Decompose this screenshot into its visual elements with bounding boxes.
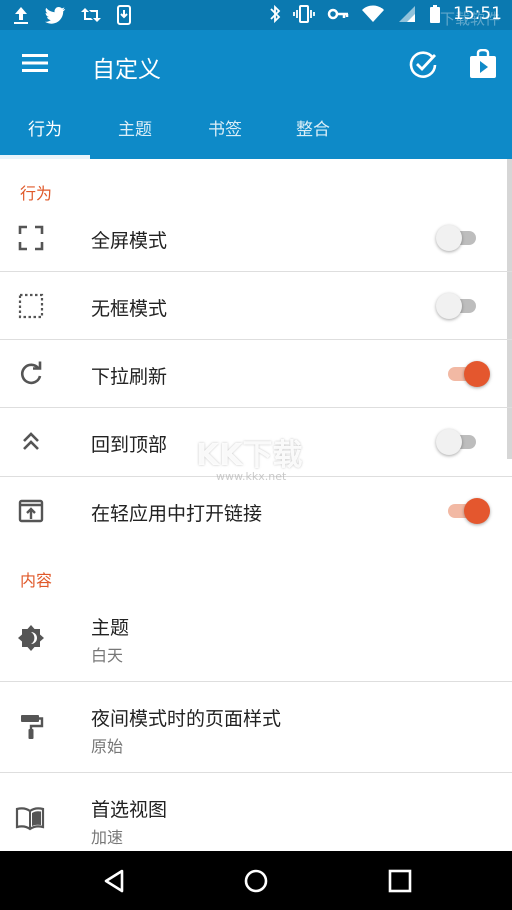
tab-behavior[interactable]: 行为 xyxy=(0,102,90,159)
setting-back-to-top[interactable]: 回到顶部 xyxy=(0,408,512,476)
paint-roller-icon xyxy=(21,715,44,739)
tab-integration[interactable]: 整合 xyxy=(268,102,358,159)
navigation-bar xyxy=(0,851,512,910)
open-links-switch[interactable] xyxy=(444,497,490,524)
fullscreen-switch[interactable] xyxy=(436,224,480,251)
hamburger-menu-icon[interactable] xyxy=(22,52,48,74)
back-to-top-switch[interactable] xyxy=(436,428,480,455)
key-icon xyxy=(327,8,349,20)
fullscreen-icon xyxy=(18,225,44,251)
setting-label: 首选视图 xyxy=(91,799,168,821)
refresh-icon xyxy=(20,361,42,385)
bluetooth-icon xyxy=(270,4,281,24)
setting-open-links[interactable]: 在轻应用中打开链接 xyxy=(0,477,512,545)
setting-frameless[interactable]: 无框模式 xyxy=(0,272,512,339)
setting-label: 主题 xyxy=(91,617,130,639)
brightness-icon xyxy=(18,625,44,651)
setting-preferred-view[interactable]: 首选视图 加速 xyxy=(0,773,512,851)
setting-fullscreen[interactable]: 全屏模式 xyxy=(0,203,512,271)
tab-bookmarks[interactable]: 书签 xyxy=(180,102,270,159)
upload-icon xyxy=(14,7,28,24)
tab-theme[interactable]: 主题 xyxy=(90,102,180,159)
pull-refresh-switch[interactable] xyxy=(444,360,490,387)
setting-night-page-style[interactable]: 夜间模式时的页面样式 原始 xyxy=(0,682,512,772)
setting-label: 下拉刷新 xyxy=(91,366,168,388)
setting-label: 在轻应用中打开链接 xyxy=(91,503,263,525)
settings-list[interactable]: 行为 全屏模式 无框模式 下拉刷新 回到顶部 在轻应用中打开链接 内容 主题 白… xyxy=(0,159,512,851)
setting-theme[interactable]: 主题 白天 xyxy=(0,591,512,681)
setting-label: 无框模式 xyxy=(91,298,168,320)
home-icon[interactable] xyxy=(242,867,270,895)
vibrate-icon xyxy=(293,5,315,23)
page-title: 自定义 xyxy=(92,57,161,83)
retweet-icon xyxy=(81,8,101,22)
status-bar: 15:51 下载软件 xyxy=(0,0,512,30)
play-store-icon[interactable] xyxy=(469,49,497,79)
setting-value: 加速 xyxy=(91,828,124,847)
setting-value: 白天 xyxy=(91,646,124,665)
app-bar: 自定义 xyxy=(0,30,512,102)
tab-bar: 行为 主题 书签 整合 xyxy=(0,102,512,159)
back-icon[interactable] xyxy=(100,867,128,895)
dotted-frame-icon xyxy=(18,293,44,319)
book-open-icon xyxy=(15,807,45,831)
twitter-icon xyxy=(44,7,66,24)
setting-label: 回到顶部 xyxy=(91,434,168,456)
recents-icon[interactable] xyxy=(386,867,414,895)
section-header-content: 内容 xyxy=(20,571,53,590)
setting-label: 全屏模式 xyxy=(91,230,168,252)
signal-icon xyxy=(399,6,415,22)
wifi-icon xyxy=(362,5,384,22)
double-chevron-up-icon xyxy=(23,432,39,450)
open-in-app-icon xyxy=(18,499,44,523)
setting-value: 原始 xyxy=(91,737,124,756)
section-header-behavior: 行为 xyxy=(20,184,53,203)
frameless-switch[interactable] xyxy=(436,292,480,319)
phone-download-icon xyxy=(117,5,131,25)
setting-label: 夜间模式时的页面样式 xyxy=(91,708,282,730)
check-circle-icon[interactable] xyxy=(408,50,438,80)
corner-watermark: 下载软件 xyxy=(439,10,500,28)
setting-pull-refresh[interactable]: 下拉刷新 xyxy=(0,340,512,407)
